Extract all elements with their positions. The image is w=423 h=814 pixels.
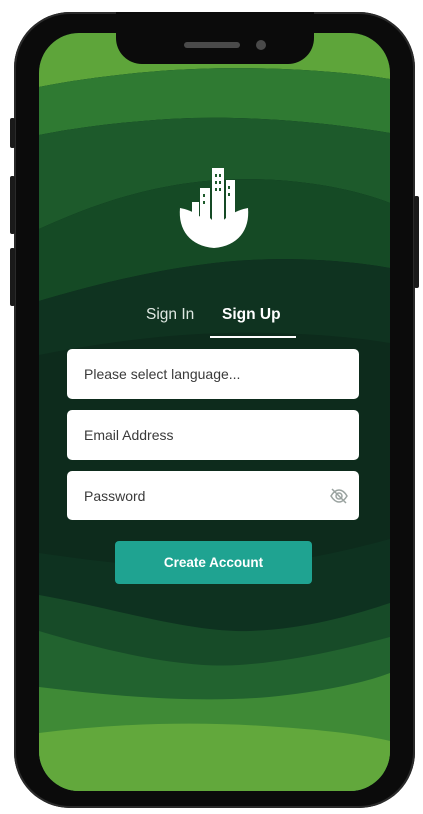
tab-sign-in[interactable]: Sign In bbox=[146, 306, 194, 324]
auth-tabs: Sign In Sign Up bbox=[140, 306, 300, 340]
language-select-placeholder: Please select language... bbox=[84, 366, 241, 382]
password-field-placeholder: Password bbox=[84, 487, 146, 504]
email-field-placeholder: Email Address bbox=[84, 427, 174, 443]
phone-volume-down-button bbox=[10, 248, 15, 306]
language-select[interactable]: Please select language... bbox=[67, 349, 359, 399]
phone-notch bbox=[116, 12, 314, 64]
password-field[interactable]: Password bbox=[67, 471, 359, 520]
tab-sign-up[interactable]: Sign Up bbox=[222, 306, 281, 324]
phone-volume-up-button bbox=[10, 176, 15, 234]
create-account-button[interactable]: Create Account bbox=[115, 541, 312, 584]
active-tab-indicator bbox=[210, 336, 296, 338]
email-field[interactable]: Email Address bbox=[67, 410, 359, 460]
front-camera bbox=[256, 40, 266, 50]
eye-slash-icon[interactable] bbox=[329, 486, 349, 506]
phone-power-button bbox=[414, 196, 419, 288]
phone-mute-switch bbox=[10, 118, 15, 148]
speaker-grille bbox=[184, 42, 240, 48]
city-leaf-logo-icon bbox=[179, 168, 249, 248]
